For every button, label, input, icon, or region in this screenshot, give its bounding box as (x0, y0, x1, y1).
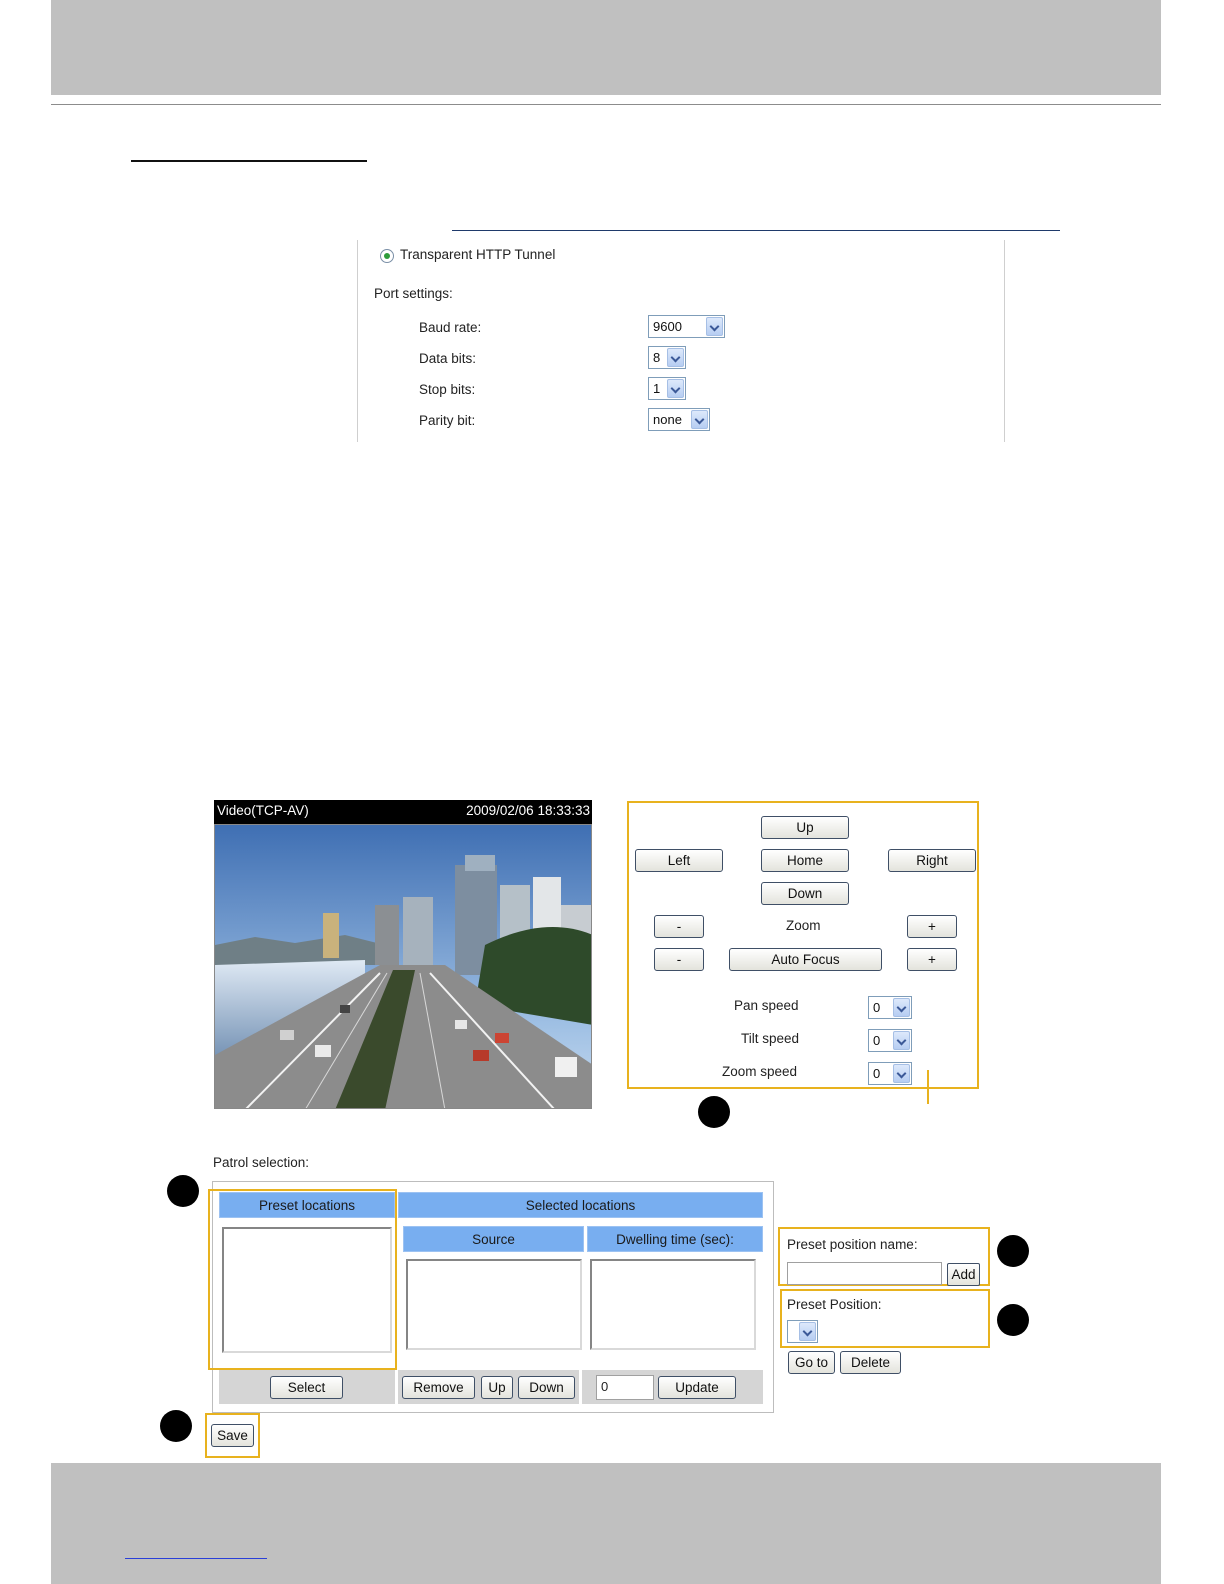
header-band (51, 0, 1161, 95)
zoom-in-button[interactable]: + (907, 915, 957, 938)
video-timestamp: 2009/02/06 18:33:33 (466, 803, 590, 818)
source-header: Source (403, 1226, 584, 1252)
save-button[interactable]: Save (211, 1424, 254, 1447)
pan-speed-value: 0 (873, 1000, 881, 1015)
patrol-selection-title: Patrol selection: (213, 1155, 310, 1170)
dwelling-time-list[interactable] (590, 1259, 756, 1350)
tilt-speed-label: Tilt speed (741, 1031, 800, 1046)
pan-speed-select[interactable]: 0 (868, 996, 912, 1019)
chevron-down-icon (893, 1031, 910, 1050)
parity-bit-label: Parity bit: (419, 413, 476, 428)
pan-right-button[interactable]: Right (888, 849, 976, 872)
chevron-down-icon (667, 348, 684, 367)
chevron-down-icon (799, 1322, 816, 1341)
tilt-up-button[interactable]: Up (761, 816, 849, 839)
video-title-bar: Video(TCP-AV) 2009/02/06 18:33:33 (214, 800, 592, 824)
baud-rate-label: Baud rate: (419, 320, 482, 335)
preset-locations-highlight (208, 1189, 397, 1370)
move-up-button[interactable]: Up (481, 1376, 513, 1399)
select-button[interactable]: Select (270, 1376, 343, 1399)
panel-divider (452, 230, 1060, 231)
callout-marker (167, 1175, 199, 1207)
stop-bits-value: 1 (653, 381, 661, 396)
parity-bit-value: none (653, 412, 682, 427)
zoom-label: Zoom (786, 918, 821, 933)
header-rule (51, 104, 1161, 105)
http-tunnel-label: Transparent HTTP Tunnel (400, 247, 556, 262)
zoom-out-button[interactable]: - (654, 915, 704, 938)
chevron-down-icon (893, 998, 910, 1017)
baud-rate-value: 9600 (653, 319, 682, 334)
tilt-down-button[interactable]: Down (761, 882, 849, 905)
live-video-view[interactable] (214, 824, 592, 1109)
http-tunnel-radio[interactable] (380, 249, 394, 263)
source-list[interactable] (406, 1259, 582, 1350)
callout-marker (997, 1235, 1029, 1267)
callout-marker (160, 1410, 192, 1442)
update-button[interactable]: Update (658, 1376, 736, 1399)
remove-button[interactable]: Remove (402, 1376, 475, 1399)
preset-position-name-label: Preset position name: (787, 1237, 918, 1252)
ptz-control-highlight (627, 801, 979, 1089)
callout-line (927, 1070, 929, 1104)
zoom-speed-value: 0 (873, 1066, 881, 1081)
stop-bits-label: Stop bits: (419, 382, 476, 397)
data-bits-label: Data bits: (419, 351, 477, 366)
baud-rate-select[interactable]: 9600 (648, 315, 725, 338)
callout-marker (698, 1096, 730, 1128)
delete-preset-button[interactable]: Delete (840, 1351, 901, 1374)
callout-marker (997, 1304, 1029, 1336)
pan-left-button[interactable]: Left (635, 849, 723, 872)
focus-far-button[interactable]: + (907, 948, 957, 971)
chevron-down-icon (706, 317, 723, 336)
tilt-speed-value: 0 (873, 1033, 881, 1048)
chevron-down-icon (667, 379, 684, 398)
chevron-down-icon (893, 1064, 910, 1083)
section-title-underline (131, 160, 367, 162)
home-button[interactable]: Home (761, 849, 849, 872)
video-title: Video(TCP-AV) (217, 803, 309, 818)
go-to-button[interactable]: Go to (788, 1351, 835, 1374)
tilt-speed-select[interactable]: 0 (868, 1029, 912, 1052)
add-preset-button[interactable]: Add (947, 1263, 980, 1286)
footer-link-underline[interactable] (125, 1558, 267, 1559)
data-bits-select[interactable]: 8 (648, 346, 686, 369)
port-settings-label: Port settings: (374, 286, 453, 301)
preset-position-label: Preset Position: (787, 1297, 882, 1312)
focus-near-button[interactable]: - (654, 948, 704, 971)
zoom-speed-label: Zoom speed (722, 1064, 798, 1079)
parity-bit-select[interactable]: none (648, 408, 710, 431)
preset-position-name-input[interactable] (787, 1262, 942, 1285)
dwelling-time-header: Dwelling time (sec): (587, 1226, 763, 1252)
stop-bits-select[interactable]: 1 (648, 377, 686, 400)
chevron-down-icon (691, 410, 708, 429)
zoom-speed-select[interactable]: 0 (868, 1062, 912, 1085)
camera-image (215, 825, 591, 1108)
preset-position-select[interactable] (787, 1320, 818, 1343)
serial-port-panel: Transparent HTTP Tunnel Port settings: B… (357, 240, 1005, 442)
footer-band (51, 1463, 1161, 1584)
dwelling-time-input[interactable]: 0 (596, 1375, 654, 1400)
move-down-button[interactable]: Down (518, 1376, 575, 1399)
selected-locations-header: Selected locations (398, 1192, 763, 1218)
pan-speed-label: Pan speed (734, 998, 799, 1013)
data-bits-value: 8 (653, 350, 661, 365)
auto-focus-button[interactable]: Auto Focus (729, 948, 882, 971)
